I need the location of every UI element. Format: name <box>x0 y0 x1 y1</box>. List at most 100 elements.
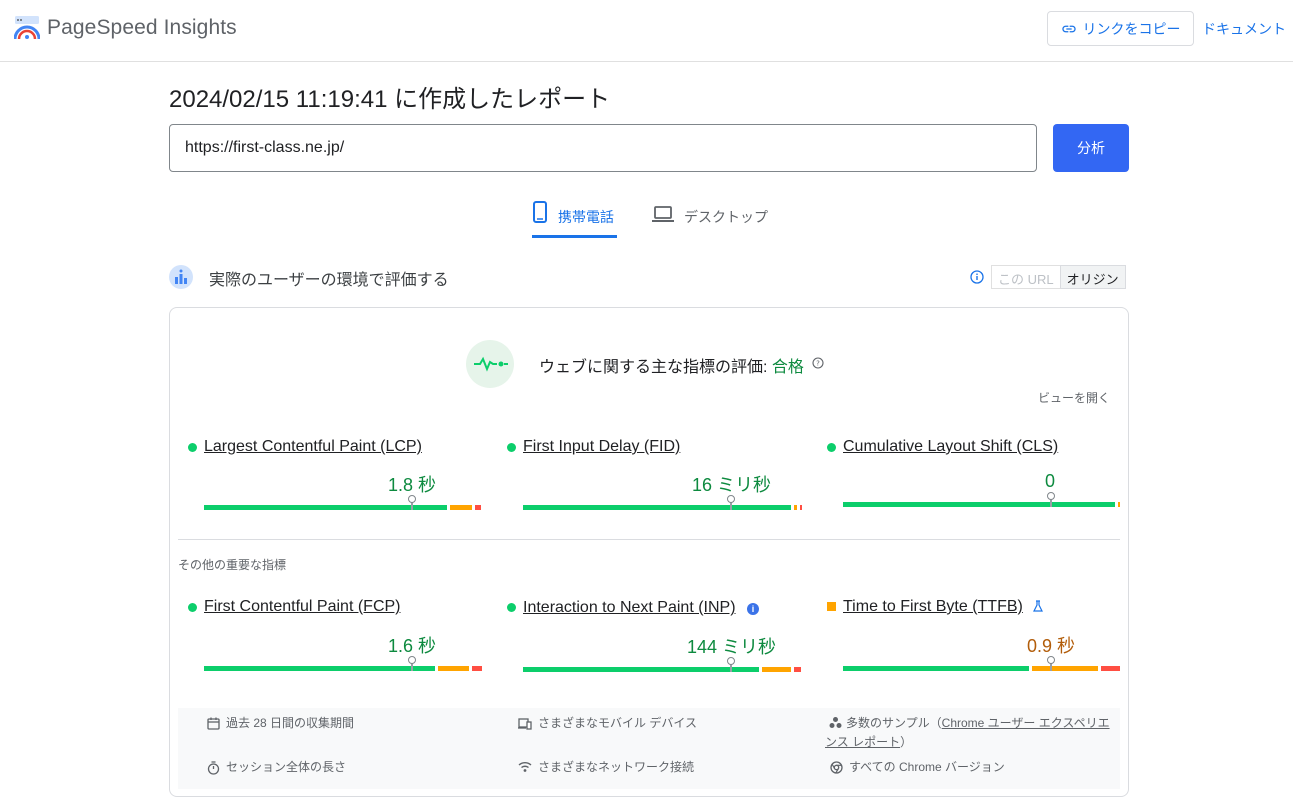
tab-desktop[interactable]: デスクトップ <box>652 200 768 238</box>
svg-text:?: ? <box>816 360 820 368</box>
help-icon[interactable]: ? <box>812 357 824 369</box>
poor-segment <box>472 666 482 671</box>
url-origin-toggle: この URL オリジン <box>991 265 1126 289</box>
chrome-icon <box>830 761 843 774</box>
cls-p75-marker <box>1047 492 1055 507</box>
link-icon <box>1061 25 1076 32</box>
fcp-value: 1.6 秒 <box>388 636 437 656</box>
chrome-versions-info: すべての Chrome バージョン <box>830 758 1005 777</box>
calendar-icon <box>207 717 220 730</box>
devices-info: さまざまなモバイル デバイス <box>518 714 697 733</box>
fid-metric-name[interactable]: First Input Delay (FID) <box>523 438 680 456</box>
poor-segment <box>1101 666 1120 671</box>
samples-icon <box>829 717 842 728</box>
needs-improvement-segment <box>438 666 469 671</box>
smartphone-icon <box>533 201 547 223</box>
fid-status-dot <box>507 443 516 452</box>
ttfb-p75-marker <box>1047 656 1055 671</box>
good-segment <box>843 502 1115 507</box>
needs-improvement-segment <box>450 505 472 510</box>
other-metrics-label: その他の重要な指標 <box>178 558 287 572</box>
lcp-metric-name[interactable]: Largest Contentful Paint (LCP) <box>204 438 422 456</box>
cls-metric-name[interactable]: Cumulative Layout Shift (CLS) <box>843 438 1058 456</box>
expand-view-link[interactable]: ビューを開く <box>1038 389 1110 406</box>
info-icon[interactable] <box>970 270 984 284</box>
ttfb-distribution-bar <box>843 666 1120 671</box>
brand-name: PageSpeed Insights <box>47 16 237 39</box>
pagespeed-logo-icon <box>14 16 40 40</box>
session-text: セッション全体の長さ <box>226 760 347 774</box>
cls-distribution-bar <box>843 502 1120 507</box>
toggle-origin[interactable]: オリジン <box>1059 265 1126 289</box>
poor-segment <box>794 667 801 672</box>
network-info: さまざまなネットワーク接続 <box>518 758 694 777</box>
lcp-distribution-bar <box>204 505 481 510</box>
samples-prefix: 多数のサンプル（ <box>846 716 942 730</box>
toggle-this-url[interactable]: この URL <box>991 265 1060 289</box>
docs-link[interactable]: ドキュメント <box>1202 19 1286 39</box>
needs-improvement-segment <box>762 667 791 672</box>
collection-period-text: 過去 28 日間の収集期間 <box>226 716 355 730</box>
needs-improvement-segment <box>1032 666 1098 671</box>
session-info: セッション全体の長さ <box>207 758 346 777</box>
ttfb-metric-name[interactable]: Time to First Byte (TTFB) <box>843 598 1023 616</box>
poor-segment <box>475 505 481 510</box>
samples-info: 多数のサンプル（Chrome ユーザー エクスペリエンス レポート） <box>825 714 1115 752</box>
laptop-icon <box>652 206 674 222</box>
tab-mobile-label: 携帯電話 <box>558 209 614 225</box>
inp-value: 144 ミリ秒 <box>687 637 777 657</box>
tab-mobile[interactable]: 携帯電話 <box>532 200 617 238</box>
fcp-status-dot <box>188 603 197 612</box>
cwv-assessment: ウェブに関する主な指標の評価: 合格 <box>539 353 804 377</box>
fid-p75-marker <box>727 495 735 510</box>
pulse-icon <box>474 356 508 372</box>
good-segment <box>523 667 759 672</box>
inp-status-dot <box>507 603 516 612</box>
stopwatch-icon <box>207 761 220 775</box>
fcp-distribution-bar <box>204 666 482 671</box>
good-segment <box>843 666 1029 671</box>
lcp-p75-marker <box>408 495 416 510</box>
report-title: 2024/02/15 11:19:41 に作成したレポート <box>169 86 611 113</box>
cls-status-dot <box>827 443 836 452</box>
cls-value: 0 <box>1045 471 1056 491</box>
collection-period-info: 過去 28 日間の収集期間 <box>207 714 354 733</box>
header: PageSpeed Insights リンクをコピー ドキュメント <box>0 0 1293 62</box>
needs-improvement-segment <box>794 505 797 510</box>
cwv-status-icon-bg <box>466 340 514 388</box>
copy-link-button[interactable]: リンクをコピー <box>1047 11 1194 46</box>
good-segment <box>204 666 435 671</box>
fcp-p75-marker <box>408 656 416 671</box>
samples-suffix: ） <box>900 735 913 749</box>
ttfb-status-square <box>827 602 836 611</box>
analyze-button[interactable]: 分析 <box>1053 124 1129 172</box>
inp-p75-marker <box>727 657 735 672</box>
fid-distribution-bar <box>523 505 802 510</box>
chrome-versions-text: すべての Chrome バージョン <box>849 760 1005 774</box>
wifi-icon <box>518 762 532 772</box>
inp-info-icon[interactable]: i <box>747 603 759 615</box>
samples-text: 多数のサンプル（Chrome ユーザー エクスペリエンス レポート） <box>825 714 1115 752</box>
devices-text: さまざまなモバイル デバイス <box>538 716 697 730</box>
devices-icon <box>518 718 532 730</box>
inp-distribution-bar <box>523 667 801 672</box>
network-text: さまざまなネットワーク接続 <box>538 760 695 774</box>
inp-metric-name[interactable]: Interaction to Next Paint (INP) <box>523 599 736 617</box>
experimental-flask-icon[interactable] <box>1032 600 1044 612</box>
section-divider <box>178 539 1120 540</box>
needs-improvement-segment <box>1118 502 1120 507</box>
field-data-title: 実際のユーザーの環境で評価する <box>209 272 449 289</box>
lcp-value: 1.8 秒 <box>388 475 437 495</box>
poor-segment <box>800 505 802 510</box>
tab-desktop-label: デスクトップ <box>684 209 768 225</box>
good-segment <box>523 505 791 510</box>
fcp-metric-name[interactable]: First Contentful Paint (FCP) <box>204 598 401 616</box>
cwv-label: ウェブに関する主な指標の評価: <box>539 359 768 376</box>
users-chart-icon <box>169 265 193 289</box>
cwv-result: 合格 <box>771 359 804 376</box>
copy-link-label: リンクをコピー <box>1082 20 1181 37</box>
fid-value: 16 ミリ秒 <box>692 475 772 495</box>
url-input[interactable] <box>169 124 1037 172</box>
lcp-status-dot <box>188 443 197 452</box>
ttfb-value: 0.9 秒 <box>1027 636 1076 656</box>
